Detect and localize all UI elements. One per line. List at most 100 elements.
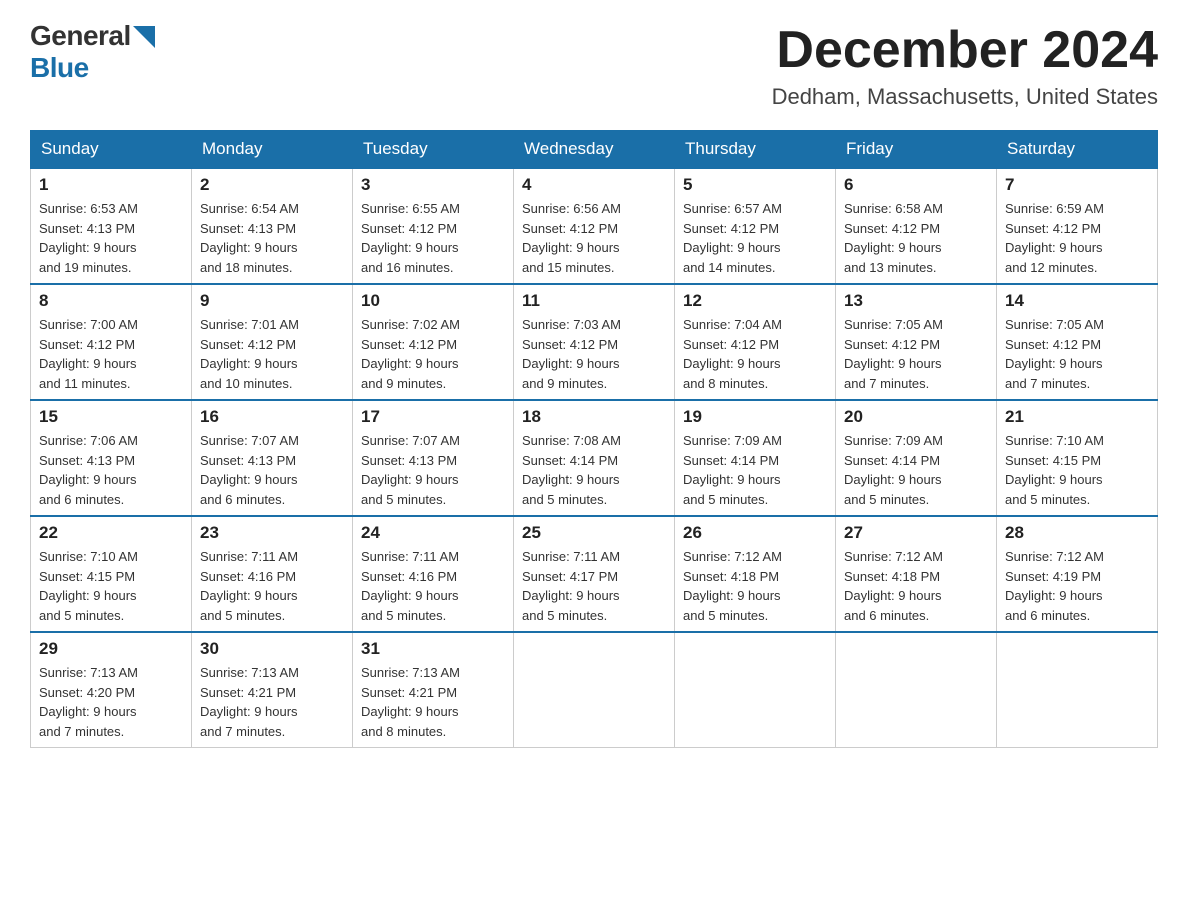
calendar-table: SundayMondayTuesdayWednesdayThursdayFrid… (30, 130, 1158, 748)
calendar-cell: 24 Sunrise: 7:11 AMSunset: 4:16 PMDayligh… (353, 516, 514, 632)
day-number: 10 (361, 291, 505, 311)
calendar-cell: 10 Sunrise: 7:02 AMSunset: 4:12 PMDayligh… (353, 284, 514, 400)
day-number: 6 (844, 175, 988, 195)
day-number: 28 (1005, 523, 1149, 543)
day-number: 7 (1005, 175, 1149, 195)
calendar-cell: 13Sunrise: 7:05 AMSunset: 4:12 PMDayligh… (836, 284, 997, 400)
calendar-cell: 26 Sunrise: 7:12 AMSunset: 4:18 PMDayligh… (675, 516, 836, 632)
day-info: Sunrise: 7:02 AMSunset: 4:12 PMDaylight:… (361, 315, 505, 393)
calendar-cell: 20 Sunrise: 7:09 AMSunset: 4:14 PMDayligh… (836, 400, 997, 516)
month-title: December 2024 (772, 20, 1158, 80)
calendar-cell: 8 Sunrise: 7:00 AMSunset: 4:12 PMDaylight… (31, 284, 192, 400)
day-number: 31 (361, 639, 505, 659)
day-number: 29 (39, 639, 183, 659)
calendar-cell: 23 Sunrise: 7:11 AMSunset: 4:16 PMDayligh… (192, 516, 353, 632)
day-number: 9 (200, 291, 344, 311)
day-number: 22 (39, 523, 183, 543)
calendar-cell (836, 632, 997, 748)
calendar-cell: 28Sunrise: 7:12 AMSunset: 4:19 PMDayligh… (997, 516, 1158, 632)
day-info: Sunrise: 7:09 AMSunset: 4:14 PMDaylight:… (683, 431, 827, 509)
day-number: 17 (361, 407, 505, 427)
day-info: Sunrise: 7:13 AMSunset: 4:21 PMDaylight:… (200, 663, 344, 741)
calendar-cell: 21 Sunrise: 7:10 AMSunset: 4:15 PMDayligh… (997, 400, 1158, 516)
weekday-header-sunday: Sunday (31, 131, 192, 169)
day-info: Sunrise: 7:13 AMSunset: 4:21 PMDaylight:… (361, 663, 505, 741)
day-info: Sunrise: 7:11 AMSunset: 4:16 PMDaylight:… (200, 547, 344, 625)
day-info: Sunrise: 7:09 AMSunset: 4:14 PMDaylight:… (844, 431, 988, 509)
weekday-header-saturday: Saturday (997, 131, 1158, 169)
calendar-cell: 1Sunrise: 6:53 AMSunset: 4:13 PMDaylight… (31, 168, 192, 284)
day-number: 5 (683, 175, 827, 195)
weekday-header-tuesday: Tuesday (353, 131, 514, 169)
day-number: 11 (522, 291, 666, 311)
day-number: 8 (39, 291, 183, 311)
title-area: December 2024 Dedham, Massachusetts, Uni… (772, 20, 1158, 110)
day-number: 30 (200, 639, 344, 659)
day-number: 25 (522, 523, 666, 543)
week-row-1: 1Sunrise: 6:53 AMSunset: 4:13 PMDaylight… (31, 168, 1158, 284)
calendar-cell: 29 Sunrise: 7:13 AMSunset: 4:20 PMDayligh… (31, 632, 192, 748)
day-info: Sunrise: 7:06 AMSunset: 4:13 PMDaylight:… (39, 431, 183, 509)
day-number: 18 (522, 407, 666, 427)
week-row-3: 15Sunrise: 7:06 AMSunset: 4:13 PMDayligh… (31, 400, 1158, 516)
day-info: Sunrise: 6:54 AMSunset: 4:13 PMDaylight:… (200, 199, 344, 277)
day-number: 12 (683, 291, 827, 311)
calendar-cell (997, 632, 1158, 748)
day-info: Sunrise: 6:55 AMSunset: 4:12 PMDaylight:… (361, 199, 505, 277)
header: General Blue December 2024 Dedham, Massa… (30, 20, 1158, 110)
logo-triangle-icon (133, 26, 155, 48)
calendar-cell: 25 Sunrise: 7:11 AMSunset: 4:17 PMDayligh… (514, 516, 675, 632)
week-row-5: 29 Sunrise: 7:13 AMSunset: 4:20 PMDayligh… (31, 632, 1158, 748)
calendar-cell: 7 Sunrise: 6:59 AMSunset: 4:12 PMDaylight… (997, 168, 1158, 284)
day-number: 3 (361, 175, 505, 195)
calendar-cell: 5Sunrise: 6:57 AMSunset: 4:12 PMDaylight… (675, 168, 836, 284)
day-info: Sunrise: 7:13 AMSunset: 4:20 PMDaylight:… (39, 663, 183, 741)
day-info: Sunrise: 7:05 AMSunset: 4:12 PMDaylight:… (1005, 315, 1149, 393)
logo: General Blue (30, 20, 155, 84)
day-info: Sunrise: 7:11 AMSunset: 4:17 PMDaylight:… (522, 547, 666, 625)
day-info: Sunrise: 6:58 AMSunset: 4:12 PMDaylight:… (844, 199, 988, 277)
day-number: 1 (39, 175, 183, 195)
calendar-cell: 27Sunrise: 7:12 AMSunset: 4:18 PMDayligh… (836, 516, 997, 632)
day-number: 21 (1005, 407, 1149, 427)
calendar-cell: 19 Sunrise: 7:09 AMSunset: 4:14 PMDayligh… (675, 400, 836, 516)
day-number: 27 (844, 523, 988, 543)
calendar-cell: 3 Sunrise: 6:55 AMSunset: 4:12 PMDaylight… (353, 168, 514, 284)
day-info: Sunrise: 7:05 AMSunset: 4:12 PMDaylight:… (844, 315, 988, 393)
location-title: Dedham, Massachusetts, United States (772, 84, 1158, 110)
calendar-cell: 17 Sunrise: 7:07 AMSunset: 4:13 PMDayligh… (353, 400, 514, 516)
day-number: 4 (522, 175, 666, 195)
day-info: Sunrise: 7:03 AMSunset: 4:12 PMDaylight:… (522, 315, 666, 393)
calendar-cell: 14Sunrise: 7:05 AMSunset: 4:12 PMDayligh… (997, 284, 1158, 400)
weekday-header-monday: Monday (192, 131, 353, 169)
day-info: Sunrise: 7:00 AMSunset: 4:12 PMDaylight:… (39, 315, 183, 393)
day-info: Sunrise: 7:11 AMSunset: 4:16 PMDaylight:… (361, 547, 505, 625)
day-info: Sunrise: 7:12 AMSunset: 4:18 PMDaylight:… (683, 547, 827, 625)
day-info: Sunrise: 6:56 AMSunset: 4:12 PMDaylight:… (522, 199, 666, 277)
calendar-cell: 9 Sunrise: 7:01 AMSunset: 4:12 PMDaylight… (192, 284, 353, 400)
calendar-cell: 18 Sunrise: 7:08 AMSunset: 4:14 PMDayligh… (514, 400, 675, 516)
logo-general-text: General (30, 20, 131, 52)
day-info: Sunrise: 7:07 AMSunset: 4:13 PMDaylight:… (200, 431, 344, 509)
day-info: Sunrise: 6:59 AMSunset: 4:12 PMDaylight:… (1005, 199, 1149, 277)
calendar-cell: 15Sunrise: 7:06 AMSunset: 4:13 PMDayligh… (31, 400, 192, 516)
day-number: 16 (200, 407, 344, 427)
calendar-cell: 4 Sunrise: 6:56 AMSunset: 4:12 PMDaylight… (514, 168, 675, 284)
calendar-cell: 2Sunrise: 6:54 AMSunset: 4:13 PMDaylight… (192, 168, 353, 284)
day-number: 26 (683, 523, 827, 543)
day-info: Sunrise: 7:10 AMSunset: 4:15 PMDaylight:… (1005, 431, 1149, 509)
week-row-2: 8 Sunrise: 7:00 AMSunset: 4:12 PMDaylight… (31, 284, 1158, 400)
calendar-cell: 31 Sunrise: 7:13 AMSunset: 4:21 PMDayligh… (353, 632, 514, 748)
day-number: 20 (844, 407, 988, 427)
weekday-header-thursday: Thursday (675, 131, 836, 169)
day-info: Sunrise: 7:08 AMSunset: 4:14 PMDaylight:… (522, 431, 666, 509)
day-info: Sunrise: 7:07 AMSunset: 4:13 PMDaylight:… (361, 431, 505, 509)
day-number: 23 (200, 523, 344, 543)
weekday-header-friday: Friday (836, 131, 997, 169)
weekday-header-wednesday: Wednesday (514, 131, 675, 169)
calendar-cell (675, 632, 836, 748)
day-info: Sunrise: 7:01 AMSunset: 4:12 PMDaylight:… (200, 315, 344, 393)
day-number: 24 (361, 523, 505, 543)
day-number: 19 (683, 407, 827, 427)
logo-blue-text: Blue (30, 52, 89, 84)
